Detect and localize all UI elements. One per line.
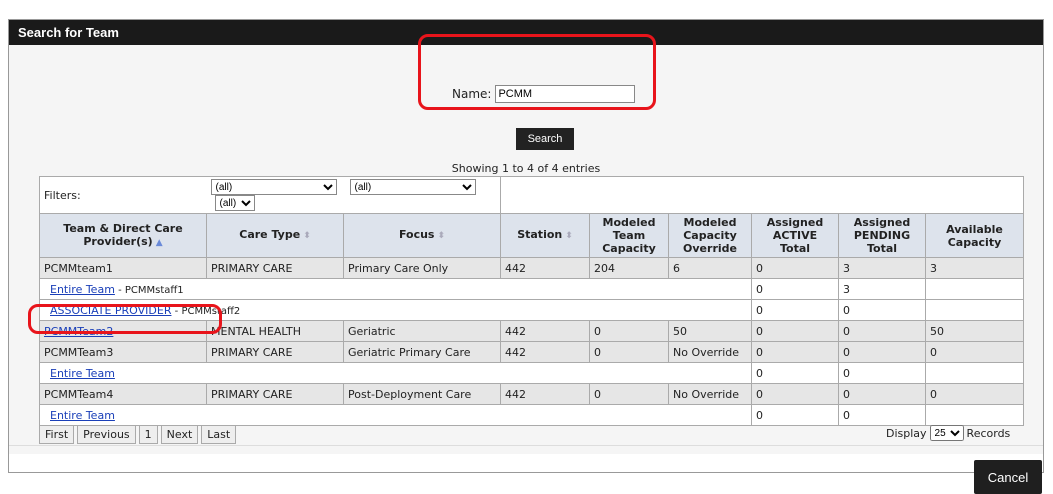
col-station[interactable]: Station ⬍ [500,213,590,258]
col-available[interactable]: Available Capacity [925,213,1024,258]
next-page-button[interactable]: Next [160,425,199,444]
pagination: First Previous 1 Next Last [39,425,237,444]
highlight-entire-team [28,304,222,334]
records-label: Records [966,426,1011,440]
team-table: Filters: (all) (all) (all) Team & Direct… [39,176,1024,426]
first-page-button[interactable]: First [39,425,75,444]
records-per-page-select[interactable]: 25 [929,425,964,441]
table-row: Entire Team - PCMMstaff1 0 3 [39,278,1024,300]
table-row: PCMMTeam4 PRIMARY CARE Post-Deployment C… [39,383,1024,405]
display-records: Display 25 Records [886,425,1010,441]
display-label: Display [886,426,927,440]
filters-row: Filters: (all) (all) (all) [39,176,1024,214]
header-row: Team & Direct Care Provider(s) ▲ Care Typ… [39,213,1024,258]
previous-page-button[interactable]: Previous [77,425,136,444]
filter-care-type[interactable]: (all) [210,179,337,195]
cancel-button[interactable]: Cancel [974,460,1042,494]
entire-team-link[interactable]: Entire Team [50,367,115,380]
col-focus[interactable]: Focus ⬍ [343,213,501,258]
page-number-button[interactable]: 1 [138,425,158,444]
table-row: PCMMTeam3 PRIMARY CARE Geriatric Primary… [39,341,1024,363]
table-row: Entire Team 0 0 [39,362,1024,384]
col-team[interactable]: Team & Direct Care Provider(s) ▲ [39,213,207,258]
col-active[interactable]: Assigned ACTIVE Total [751,213,839,258]
last-page-button[interactable]: Last [201,425,237,444]
col-override[interactable]: Modeled Capacity Override [668,213,752,258]
table-row: Entire Team 0 0 [39,404,1024,426]
footer-divider [9,445,1043,446]
highlight-name-search [418,34,656,110]
table-row: PCMMteam1 PRIMARY CARE Primary Care Only… [39,257,1024,279]
entire-team-link[interactable]: Entire Team [50,283,115,296]
col-pending[interactable]: Assigned PENDING Total [838,213,926,258]
filters-label: Filters: [39,176,207,214]
col-modeled[interactable]: Modeled Team Capacity [589,213,669,258]
showing-entries: Showing 1 to 4 of 4 entries [451,162,601,175]
filter-focus[interactable]: (all) [349,179,476,195]
col-care-type[interactable]: Care Type ⬍ [206,213,344,258]
search-button[interactable]: Search [516,128,574,150]
filter-station[interactable]: (all) [214,195,255,211]
entire-team-link[interactable]: Entire Team [50,409,115,422]
